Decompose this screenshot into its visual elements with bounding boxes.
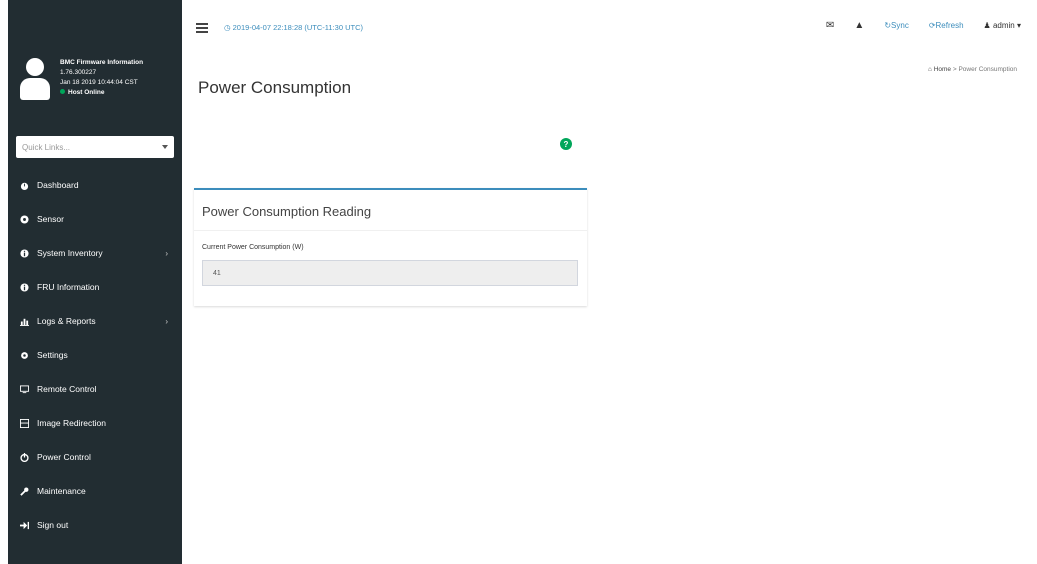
sidebar-item-label: FRU Information xyxy=(37,282,100,292)
chevron-right-icon: › xyxy=(165,316,168,326)
hamburger-menu-icon[interactable] xyxy=(196,23,208,35)
box-title: Power Consumption Reading xyxy=(202,204,372,219)
user-menu[interactable]: ♟ admin ▾ xyxy=(984,21,1021,30)
power-field-label: Current Power Consumption (W) xyxy=(202,244,304,251)
sidebar-item-label: Maintenance xyxy=(37,486,86,496)
header-actions: ✉ ▲ ↻Sync ⟳Refresh ♟ admin ▾ xyxy=(826,20,1021,31)
breadcrumb: ⌂ Home > Power Consumption xyxy=(928,66,1017,73)
power-icon xyxy=(20,452,29,462)
sidebar-item-remote-control[interactable]: Remote Control xyxy=(8,372,182,406)
caret-down-icon xyxy=(162,145,168,149)
info-icon xyxy=(20,248,29,258)
sidebar-item-image-redirection[interactable]: Image Redirection xyxy=(8,406,182,440)
help-icon[interactable]: ? xyxy=(560,138,572,150)
host-status-label: Host Online xyxy=(68,89,105,96)
breadcrumb-current: Power Consumption xyxy=(958,66,1017,73)
status-dot-icon xyxy=(60,89,65,94)
sidebar-item-label: Logs & Reports xyxy=(37,316,96,326)
refresh-button[interactable]: ⟳Refresh xyxy=(929,21,964,30)
sidebar: BMC Firmware Information 1.76.300227 Jan… xyxy=(8,0,182,564)
sidebar-item-maintenance[interactable]: Maintenance xyxy=(8,474,182,508)
gear-icon xyxy=(20,351,29,360)
dashboard-icon xyxy=(20,181,29,190)
top-header: ◷ 2019-04-07 22:18:28 (UTC-11:30 UTC) ✉ … xyxy=(182,0,1037,44)
datetime-display: ◷ 2019-04-07 22:18:28 (UTC-11:30 UTC) xyxy=(224,23,363,32)
caret-down-icon: ▾ xyxy=(1016,21,1021,30)
home-icon: ⌂ xyxy=(927,66,932,73)
sensor-icon xyxy=(20,214,29,224)
chevron-right-icon: › xyxy=(165,248,168,258)
user-icon: ♟ xyxy=(983,21,991,30)
sidebar-item-dashboard[interactable]: Dashboard xyxy=(8,168,182,202)
info-icon xyxy=(20,282,29,292)
monitor-icon xyxy=(20,384,29,394)
quick-links-placeholder: Quick Links... xyxy=(22,142,71,152)
sidebar-item-settings[interactable]: Settings xyxy=(8,338,182,372)
image-icon xyxy=(20,418,29,428)
sidebar-item-power-control[interactable]: Power Control xyxy=(8,440,182,474)
breadcrumb-home-label: Home xyxy=(933,66,952,73)
avatar xyxy=(20,58,50,102)
user-label: admin xyxy=(992,21,1015,30)
sidebar-item-fru-information[interactable]: FRU Information xyxy=(8,270,182,304)
signout-icon xyxy=(20,521,29,530)
sync-button[interactable]: ↻Sync xyxy=(884,21,909,30)
sidebar-item-label: Sensor xyxy=(37,214,64,224)
breadcrumb-home-link[interactable]: ⌂ Home xyxy=(928,66,951,73)
sidebar-item-label: Dashboard xyxy=(37,180,79,190)
sidebar-item-label: Settings xyxy=(37,350,68,360)
envelope-icon[interactable]: ✉ xyxy=(826,20,834,31)
divider xyxy=(194,230,587,231)
host-status: Host Online xyxy=(60,88,180,98)
datetime-text: 2019-04-07 22:18:28 (UTC-11:30 UTC) xyxy=(232,23,363,32)
chart-icon xyxy=(20,317,29,326)
firmware-title: BMC Firmware Information xyxy=(60,59,144,66)
clock-icon: ◷ xyxy=(224,23,231,32)
main-content: Power Consumption ⌂ Home > Power Consump… xyxy=(182,44,1037,564)
quick-links-select[interactable]: Quick Links... xyxy=(16,136,174,158)
power-consumption-field: 41 xyxy=(202,260,578,286)
firmware-date: Jan 18 2019 10:44:04 CST xyxy=(60,79,138,86)
refresh-label: Refresh xyxy=(935,21,964,30)
warning-icon[interactable]: ▲ xyxy=(854,20,864,31)
sidebar-item-sensor[interactable]: Sensor xyxy=(8,202,182,236)
power-reading-box: Power Consumption Reading Current Power … xyxy=(194,188,587,306)
sidebar-item-label: Image Redirection xyxy=(37,418,106,428)
page-title: Power Consumption xyxy=(198,78,352,97)
sidebar-item-label: Sign out xyxy=(37,520,69,530)
sidebar-item-logs-reports[interactable]: Logs & Reports › xyxy=(8,304,182,338)
firmware-version: 1.76.300227 xyxy=(60,69,97,76)
user-panel: BMC Firmware Information 1.76.300227 Jan… xyxy=(8,46,182,128)
sidebar-item-label: Remote Control xyxy=(37,384,97,394)
sidebar-item-system-inventory[interactable]: System Inventory › xyxy=(8,236,182,270)
wrench-icon xyxy=(20,487,29,496)
refresh-icon: ⟳ xyxy=(928,21,936,30)
sidebar-logo-area xyxy=(8,0,182,46)
sidebar-item-label: System Inventory xyxy=(37,248,103,258)
sync-label: Sync xyxy=(891,21,909,30)
sidebar-menu: Dashboard Sensor System Inventory › FRU … xyxy=(8,168,182,542)
sidebar-item-sign-out[interactable]: Sign out xyxy=(8,508,182,542)
sidebar-item-label: Power Control xyxy=(37,452,91,462)
firmware-info: BMC Firmware Information 1.76.300227 Jan… xyxy=(60,58,180,98)
